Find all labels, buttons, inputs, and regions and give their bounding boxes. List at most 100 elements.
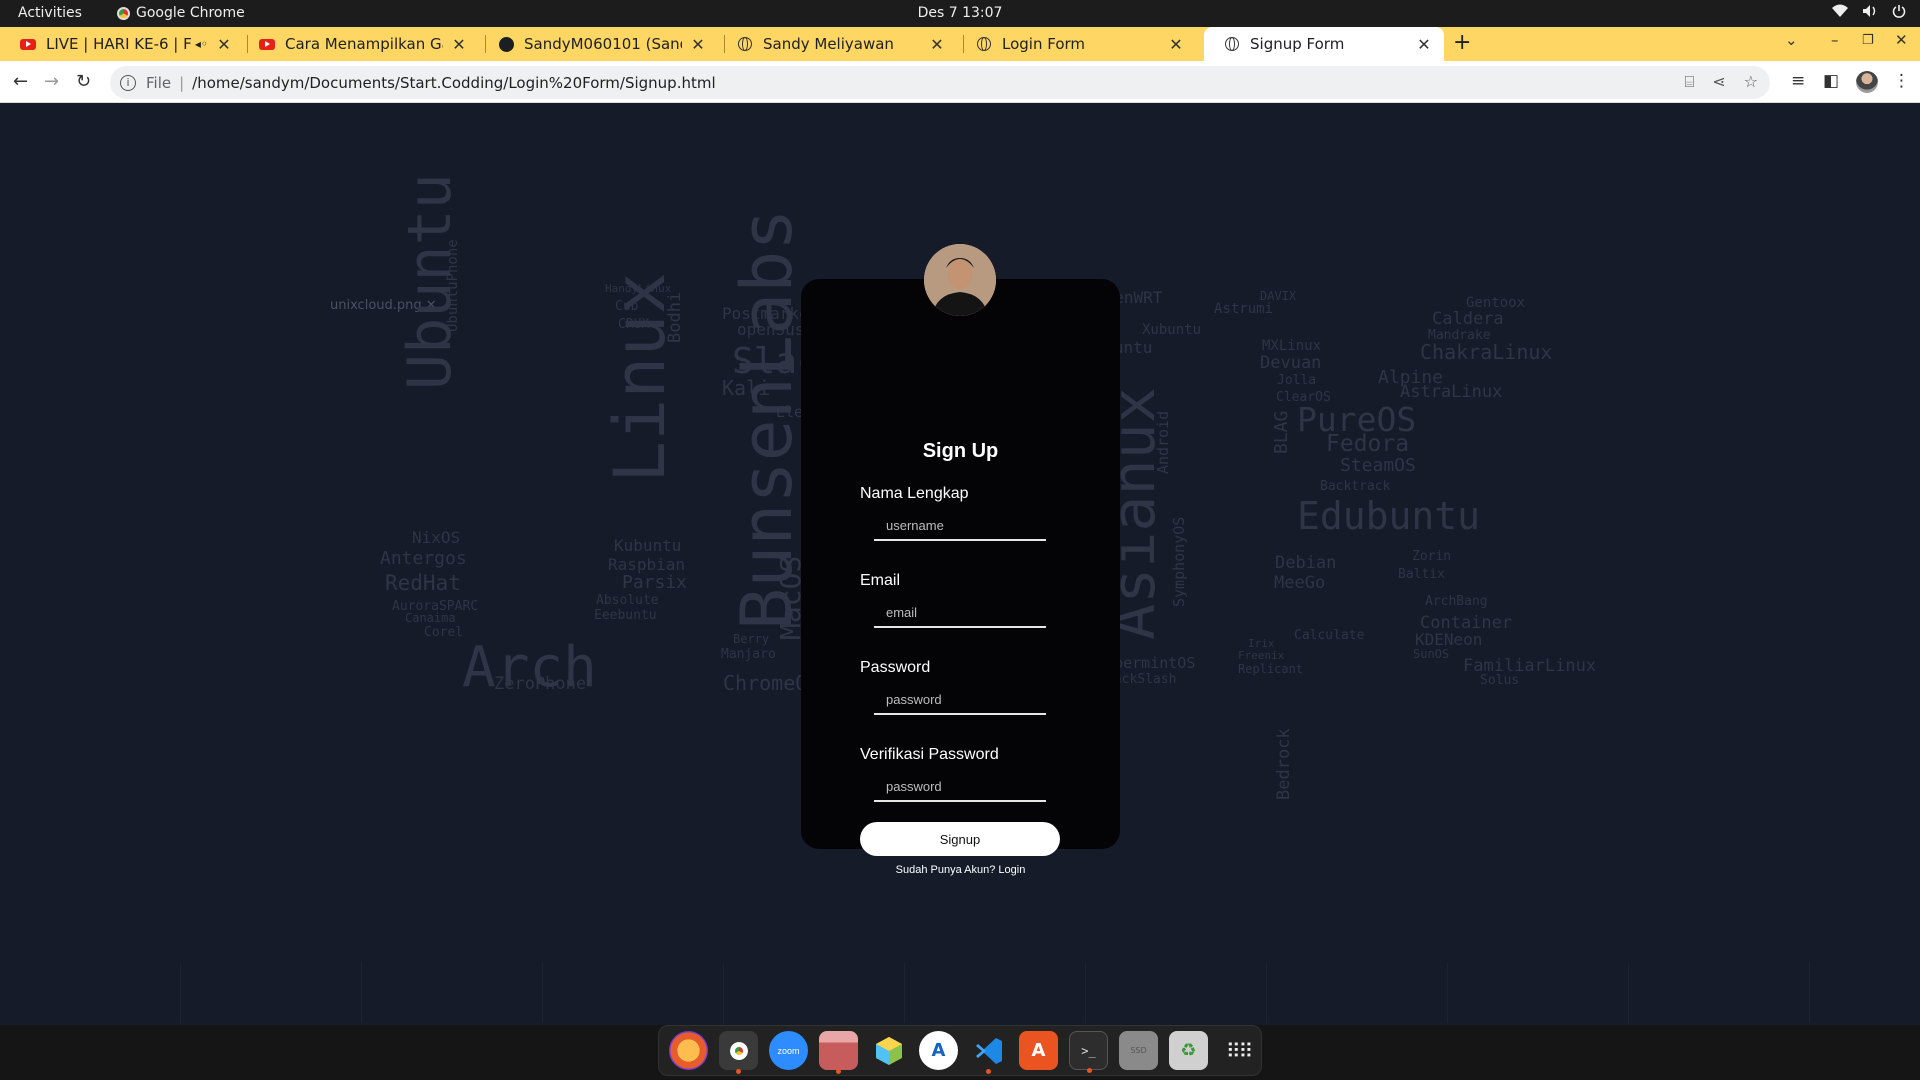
system-tray[interactable] <box>1832 4 1906 18</box>
wordcloud-word: Irix <box>1248 637 1275 650</box>
globe-icon <box>1224 36 1240 52</box>
tab-github-sandy[interactable]: SandyM060101 (Sandy M ✕ <box>478 27 718 61</box>
back-icon[interactable]: ← <box>13 71 28 92</box>
url-text[interactable]: /home/sandym/Documents/Start.Codding/Log… <box>192 74 715 92</box>
reload-icon[interactable]: ↻ <box>76 71 91 92</box>
wordcloud-word: SteamOS <box>1340 455 1416 476</box>
wordcloud-word: Edubuntu <box>1297 494 1481 538</box>
disk-icon[interactable]: SSD <box>1119 1031 1158 1070</box>
wordcloud-word: Corel <box>424 625 464 640</box>
tab-signup-form[interactable]: Signup Form ✕ <box>1204 27 1444 61</box>
wordcloud-word: Zorin <box>1412 549 1452 564</box>
wordcloud-word: HandyLinux <box>605 282 672 295</box>
firefox-icon[interactable] <box>669 1031 708 1070</box>
wordcloud-word: Raspbian <box>608 555 686 574</box>
forward-icon[interactable]: → <box>44 71 59 92</box>
youtube-icon <box>20 36 36 52</box>
tab-sandy-meliyawan[interactable]: Sandy Meliyawan ✕ <box>717 27 957 61</box>
wordcloud-word: ArchBang <box>1425 594 1488 609</box>
address-bar[interactable]: i File | /home/sandym/Documents/Start.Co… <box>110 66 1770 99</box>
reading-list-icon[interactable]: ≡ <box>1791 71 1805 91</box>
wordcloud-word: Manjaro <box>721 647 776 662</box>
tab-title: Signup Form <box>1250 35 1345 53</box>
bookmark-star-icon[interactable]: ☆ <box>1744 72 1758 92</box>
github-icon <box>498 36 514 52</box>
login-link[interactable]: Sudah Punya Akun? Login <box>801 864 1120 876</box>
password-label: Password <box>860 659 931 676</box>
wordcloud-word: Devuan <box>1260 353 1322 373</box>
tab-search-icon[interactable]: ⌄ <box>1785 31 1798 49</box>
tab-strip: LIVE | HARI KE-6 | Fase ◂◦ ✕ Cara Menamp… <box>0 27 1920 61</box>
close-tab-icon[interactable]: ✕ <box>690 35 706 54</box>
profile-avatar-icon[interactable] <box>1856 71 1878 93</box>
trash-icon[interactable]: ♻ <box>1169 1031 1208 1070</box>
zoom-icon[interactable]: zoom <box>769 1031 808 1070</box>
wordcloud-word: Solus <box>1480 673 1520 688</box>
wordcloud-word: Berry <box>733 632 770 646</box>
share-icon[interactable]: ⋖ <box>1712 72 1725 92</box>
restore-icon[interactable]: ❐ <box>1862 33 1874 48</box>
system-top-bar: Activities Google Chrome Des 7 13:07 <box>0 0 1920 27</box>
wordcloud-word: Jolla <box>1277 373 1317 388</box>
wordcloud-word: BLAG <box>1271 410 1292 454</box>
app-menu[interactable]: Google Chrome <box>117 5 245 21</box>
tab-cara-menampilkan[interactable]: Cara Menampilkan Gamb ✕ <box>239 27 479 61</box>
signup-button[interactable]: Signup <box>860 822 1060 856</box>
tab-login-form[interactable]: Login Form ✕ <box>956 27 1196 61</box>
wordcloud-word: Backtrack <box>1320 479 1391 494</box>
appstore-icon[interactable]: A <box>919 1031 958 1070</box>
wordcloud-word: CRUX <box>618 317 650 332</box>
wordcloud-word: Parsix <box>622 572 688 593</box>
close-window-icon[interactable]: ✕ <box>1895 31 1908 49</box>
code-background <box>0 963 1920 1023</box>
wordcloud-word: Bedrock <box>1274 728 1294 800</box>
wordcloud-word: Baltix <box>1398 567 1445 582</box>
tab-live-hari-ke-6[interactable]: LIVE | HARI KE-6 | Fase ◂◦ ✕ <box>0 27 244 61</box>
wordcloud-word: Fedora <box>1326 431 1410 457</box>
wordcloud-word: Cub <box>615 299 639 314</box>
close-tab-icon[interactable]: ✕ <box>216 35 232 54</box>
signup-card: Sign Up Nama Lengkap Email Password Veri… <box>801 279 1120 876</box>
more-menu-icon[interactable]: ⋮ <box>1893 71 1910 91</box>
apps-grid-icon[interactable]: ⠿⠿ <box>1219 1031 1258 1070</box>
email-input[interactable] <box>874 598 1046 628</box>
vscode-icon[interactable] <box>969 1031 1008 1074</box>
chrome-icon[interactable] <box>719 1031 758 1074</box>
wordcloud-word: SunOS <box>1413 647 1450 661</box>
wordcloud-word: Kubuntu <box>614 536 682 555</box>
box-icon[interactable] <box>869 1031 908 1070</box>
wordcloud-word: Replicant <box>1238 662 1304 676</box>
tab-title: Cara Menampilkan Gamb <box>285 35 443 53</box>
terminal-icon[interactable]: >_ <box>1069 1031 1108 1073</box>
files-icon[interactable] <box>819 1031 858 1074</box>
wordcloud-word: MeeGo <box>1274 573 1326 593</box>
wordcloud-word: Freenix <box>1238 649 1285 662</box>
close-tab-icon[interactable]: ✕ <box>1416 35 1432 54</box>
verify-password-label: Verifikasi Password <box>860 746 999 763</box>
close-tab-icon[interactable]: ✕ <box>929 35 945 54</box>
fullname-input[interactable] <box>874 511 1046 541</box>
youtube-icon <box>259 36 275 52</box>
globe-icon <box>976 36 992 52</box>
translate-icon[interactable]: ⌸ <box>1685 72 1695 92</box>
url-divider: | <box>179 73 185 92</box>
wordcloud-word: ZeroPhone <box>494 674 587 694</box>
wordcloud-word: NixOS <box>412 528 461 547</box>
password-input[interactable] <box>874 685 1046 715</box>
wordcloud-word: Gentoox <box>1466 295 1526 311</box>
audio-playing-icon[interactable]: ◂◦ <box>195 37 208 51</box>
site-info-icon[interactable]: i <box>120 74 136 91</box>
activities-button[interactable]: Activities <box>18 5 82 21</box>
wordcloud-word: Xubuntu <box>1142 322 1202 338</box>
close-tab-icon[interactable]: ✕ <box>451 35 467 54</box>
software-center-icon[interactable]: A <box>1019 1031 1058 1070</box>
side-panel-icon[interactable]: ◧ <box>1823 71 1839 91</box>
wordcloud-word: Calculate <box>1294 628 1365 643</box>
wordcloud-word: Canaima <box>405 611 456 625</box>
minimize-icon[interactable]: – <box>1831 31 1839 49</box>
new-tab-button[interactable]: + <box>1453 30 1471 55</box>
close-tab-icon[interactable]: ✕ <box>1168 35 1184 54</box>
wordcloud-word: Caldera <box>1432 309 1504 329</box>
clock[interactable]: Des 7 13:07 <box>0 5 1920 21</box>
verify-password-input[interactable] <box>874 772 1046 802</box>
